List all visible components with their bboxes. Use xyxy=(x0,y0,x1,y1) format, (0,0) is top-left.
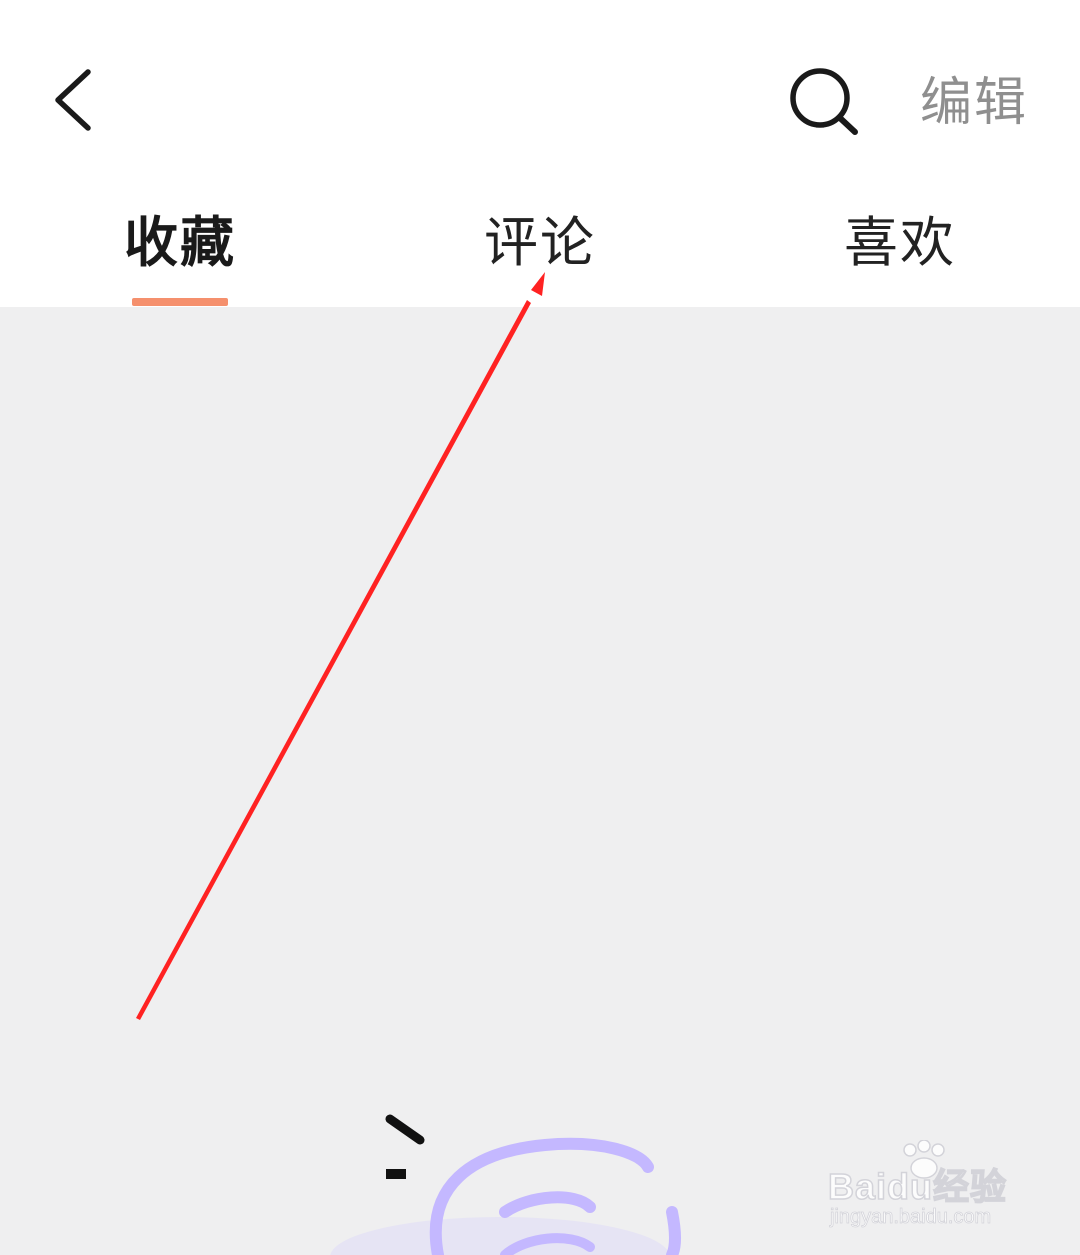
watermark: Baidu经验 jingyan.baidu.com xyxy=(827,1140,1028,1235)
tab-favorites[interactable]: 收藏 xyxy=(110,208,250,288)
active-tab-indicator xyxy=(132,298,228,306)
tab-comments[interactable]: 评论 xyxy=(470,208,610,288)
search-button[interactable] xyxy=(780,62,870,142)
empty-state-illustration xyxy=(330,1114,681,1255)
tab-likes[interactable]: 喜欢 xyxy=(830,208,970,288)
tab-bar: 收藏 评论 喜欢 xyxy=(0,180,1080,307)
watermark-url: jingyan.baidu.com xyxy=(830,1206,992,1229)
chevron-left-icon xyxy=(55,69,91,131)
search-icon xyxy=(790,68,858,135)
page: 编辑 收藏 评论 喜欢 Baidu经验 jingyan.baidu.com xyxy=(0,0,1080,1255)
content-area xyxy=(0,307,1080,1255)
back-button[interactable] xyxy=(40,60,110,140)
top-bar: 编辑 xyxy=(0,0,1080,180)
edit-button[interactable]: 编辑 xyxy=(920,68,1028,138)
watermark-brand: Baidu经验 xyxy=(827,1165,1008,1208)
